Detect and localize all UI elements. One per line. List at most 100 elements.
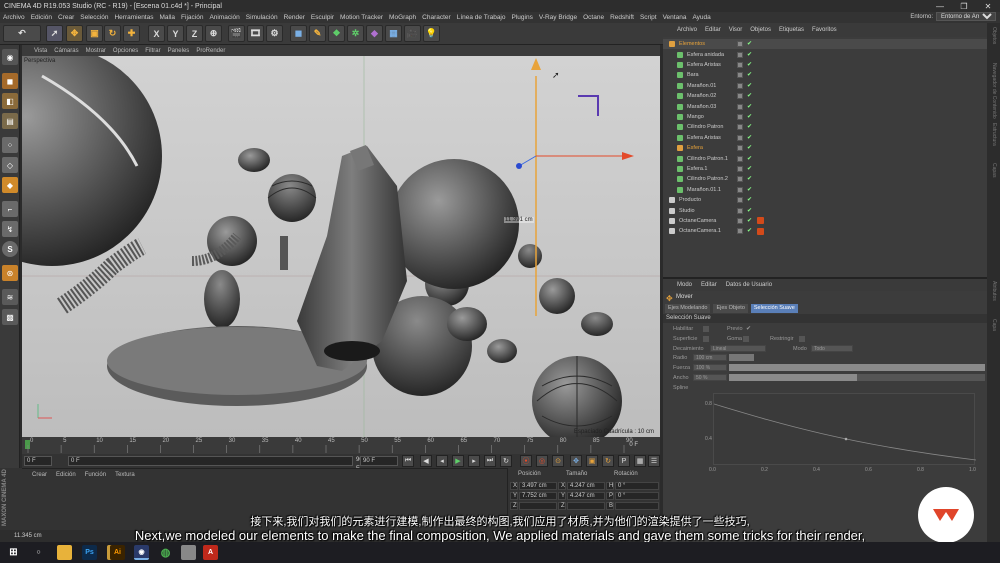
cube-icon[interactable]: ◼ bbox=[290, 25, 307, 42]
enabled-check-icon[interactable]: ✔ bbox=[747, 176, 753, 182]
object-row[interactable]: Cilindro Patron.2 ✔ bbox=[663, 174, 987, 184]
menu-item[interactable]: Archivo bbox=[3, 14, 25, 21]
enabled-check-icon[interactable]: ✔ bbox=[747, 41, 753, 47]
enabled-check-icon[interactable]: ✔ bbox=[747, 166, 753, 172]
habilitar-checkbox[interactable] bbox=[703, 326, 709, 332]
object-row[interactable]: Cilindro Patron ✔ bbox=[663, 122, 987, 132]
visibility-toggle[interactable] bbox=[737, 197, 743, 204]
visibility-toggle[interactable] bbox=[737, 145, 743, 152]
object-row[interactable]: Elementos ✔ bbox=[663, 39, 987, 50]
rotation-field[interactable]: 0 ° bbox=[615, 482, 659, 490]
fuerza-slider[interactable] bbox=[729, 364, 985, 371]
object-row[interactable]: Marañon.01 ✔ bbox=[663, 81, 987, 91]
illustrator-icon[interactable]: Ai bbox=[110, 545, 125, 560]
visibility-toggle[interactable] bbox=[737, 217, 743, 224]
start-frame-field[interactable]: 0 F bbox=[24, 456, 52, 466]
objects-menu-item[interactable]: Objetos bbox=[750, 27, 771, 33]
render-settings-icon[interactable]: ⚙ bbox=[266, 25, 283, 42]
radio-field[interactable]: 100 cm bbox=[693, 354, 727, 361]
menu-item[interactable]: V-Ray Bridge bbox=[539, 14, 577, 21]
object-row[interactable]: Producto ✔ bbox=[663, 195, 987, 205]
previo-checkbox[interactable]: ✔ bbox=[746, 325, 751, 332]
play-back-button[interactable]: ◂ bbox=[436, 455, 448, 467]
keyframe-icon[interactable]: ⊙ bbox=[552, 455, 564, 467]
loop-button[interactable]: ↻ bbox=[500, 455, 512, 467]
menu-item[interactable]: Octane bbox=[583, 14, 604, 21]
position-field[interactable]: 7.752 cm bbox=[519, 492, 557, 500]
grid-icon[interactable]: ▩ bbox=[2, 309, 18, 325]
y-axis-handle[interactable] bbox=[531, 58, 541, 70]
ancho-slider[interactable] bbox=[729, 374, 985, 381]
material-menu-item[interactable]: Función bbox=[85, 472, 106, 478]
pen-icon[interactable]: ✎ bbox=[309, 25, 326, 42]
object-row[interactable]: Cilindro Patron.1 ✔ bbox=[663, 153, 987, 163]
position-field[interactable] bbox=[519, 502, 557, 510]
autokey-icon[interactable]: ◎ bbox=[536, 455, 548, 467]
radio-slider[interactable] bbox=[729, 354, 754, 361]
menu-item[interactable]: Fijación bbox=[181, 14, 203, 21]
subdivision-icon[interactable]: ❖ bbox=[328, 25, 345, 42]
z-axis-button[interactable]: Z bbox=[186, 25, 203, 42]
points-mode-icon[interactable]: ⁘ bbox=[2, 137, 18, 153]
visibility-toggle[interactable] bbox=[737, 41, 743, 48]
viewport-menu-item[interactable]: Opciones bbox=[113, 48, 138, 54]
visibility-toggle[interactable] bbox=[737, 134, 743, 141]
enabled-check-icon[interactable]: ✔ bbox=[747, 104, 753, 110]
enabled-check-icon[interactable]: ✔ bbox=[747, 114, 753, 120]
menu-item[interactable]: Simulación bbox=[246, 14, 278, 21]
attributes-menu-item[interactable]: Editar bbox=[701, 282, 717, 288]
camera-icon[interactable]: 🎥 bbox=[404, 25, 421, 42]
ancho-field[interactable]: 50 % bbox=[693, 374, 727, 381]
timeline-menu-icon[interactable]: ☰ bbox=[648, 455, 660, 467]
right-strip-tab[interactable]: Objetos bbox=[991, 27, 997, 44]
attributes-menu-item[interactable]: Modo bbox=[677, 282, 692, 288]
object-row[interactable]: Marañon.03 ✔ bbox=[663, 101, 987, 111]
cloner-icon[interactable]: ✲ bbox=[347, 25, 364, 42]
acrobat-icon[interactable]: A bbox=[203, 545, 218, 560]
objects-menu-item[interactable]: Editar bbox=[705, 27, 721, 33]
menu-item[interactable]: Ayuda bbox=[692, 14, 710, 21]
object-row[interactable]: OctaneCamera.1 ✔ bbox=[663, 226, 987, 236]
object-row[interactable]: OctaneCamera ✔ bbox=[663, 216, 987, 226]
max-frame-field[interactable]: 90 F bbox=[354, 456, 363, 472]
menu-item[interactable]: Script bbox=[640, 14, 657, 21]
move-key-icon[interactable]: ✥ bbox=[570, 455, 582, 467]
visibility-toggle[interactable] bbox=[737, 61, 743, 68]
rotation-field[interactable] bbox=[615, 502, 659, 510]
attribute-tab[interactable]: Selección Suave bbox=[750, 304, 798, 313]
prev-key-button[interactable]: ◀ bbox=[420, 455, 432, 467]
enabled-check-icon[interactable]: ✔ bbox=[747, 145, 753, 151]
visibility-toggle[interactable] bbox=[737, 82, 743, 89]
model-mode-icon[interactable]: ◼ bbox=[2, 73, 18, 89]
visibility-toggle[interactable] bbox=[737, 103, 743, 110]
menu-item[interactable]: Animación bbox=[209, 14, 239, 21]
objects-menu-item[interactable]: Archivo bbox=[677, 27, 697, 33]
octane-tag-icon[interactable] bbox=[757, 227, 764, 235]
play-button[interactable]: ▶ bbox=[452, 455, 464, 467]
visibility-toggle[interactable] bbox=[737, 228, 743, 235]
cinema4d-icon[interactable]: ◉ bbox=[134, 545, 149, 560]
visibility-toggle[interactable] bbox=[737, 165, 743, 172]
enabled-check-icon[interactable]: ✔ bbox=[747, 208, 753, 214]
menu-item[interactable]: Motion Tracker bbox=[340, 14, 383, 21]
z-axis-handle[interactable] bbox=[516, 163, 522, 169]
visibility-toggle[interactable] bbox=[737, 93, 743, 100]
axis-mode-icon[interactable]: ⌐ bbox=[2, 201, 18, 217]
rotate-key-icon[interactable]: ↻ bbox=[602, 455, 614, 467]
visibility-toggle[interactable] bbox=[737, 124, 743, 131]
min-frame-field[interactable]: 0 F bbox=[68, 456, 353, 466]
polygons-mode-icon[interactable]: ◆ bbox=[2, 177, 18, 193]
attribute-tab[interactable]: Ejes Modelando bbox=[665, 304, 711, 313]
live-selection-icon[interactable]: ➚ bbox=[46, 25, 63, 42]
attribute-tab[interactable]: Ejes Objeto bbox=[713, 304, 748, 313]
photoshop-icon[interactable]: Ps bbox=[82, 545, 97, 560]
menu-item[interactable]: Esculpir bbox=[311, 14, 334, 21]
go-end-button[interactable]: ⏭ bbox=[484, 455, 496, 467]
modo-dropdown[interactable]: Todo bbox=[811, 345, 853, 352]
menu-item[interactable]: MoGraph bbox=[389, 14, 416, 21]
snap-icon[interactable]: ⊛ bbox=[2, 265, 18, 281]
visibility-toggle[interactable] bbox=[737, 113, 743, 120]
objects-menu-item[interactable]: Etiquetas bbox=[779, 27, 804, 33]
enabled-check-icon[interactable]: ✔ bbox=[747, 218, 753, 224]
object-row[interactable]: Bara ✔ bbox=[663, 70, 987, 80]
